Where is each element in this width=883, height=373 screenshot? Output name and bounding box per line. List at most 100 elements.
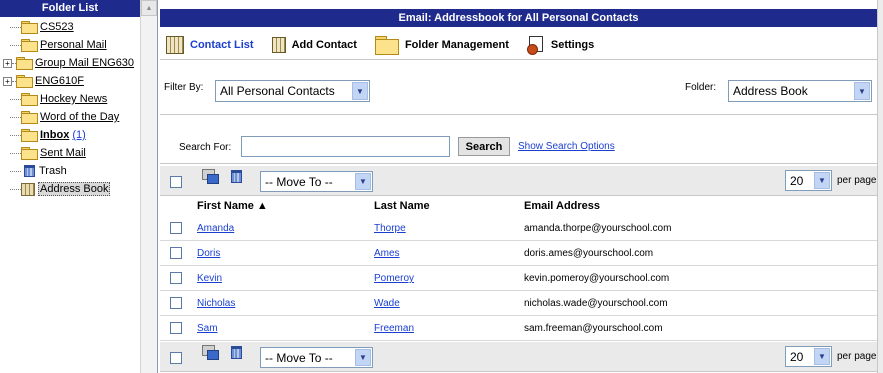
- action-bar-bottom: -- Move To -- ▼ 20 ▼ per page: [160, 342, 877, 372]
- delete-icon[interactable]: [231, 346, 242, 359]
- select-all-checkbox[interactable]: [170, 352, 182, 364]
- last-name-link[interactable]: Ames: [374, 248, 400, 259]
- first-name-link[interactable]: Kevin: [197, 273, 222, 284]
- last-name-link[interactable]: Wade: [374, 298, 400, 309]
- search-row: Search For: Search Show Search Options: [160, 116, 877, 164]
- folder-list-scrollbar[interactable]: ▲: [140, 0, 157, 373]
- column-last-name[interactable]: Last Name: [374, 200, 430, 212]
- per-page-select[interactable]: 20 ▼: [785, 170, 832, 191]
- folder-item-eng610f[interactable]: + ENG610F: [0, 73, 84, 89]
- per-page-label: per page: [837, 351, 877, 362]
- table-row: Kevin Pomeroy kevin.pomeroy@yourschool.c…: [160, 266, 877, 291]
- folder-select[interactable]: Address Book ▼: [728, 80, 872, 102]
- search-input[interactable]: [241, 136, 450, 157]
- table-row: Sam Freeman sam.freeman@yourschool.com: [160, 316, 877, 341]
- add-contact-label: Add Contact: [291, 38, 357, 51]
- chevron-down-icon[interactable]: ▼: [355, 173, 371, 190]
- settings-icon: [526, 35, 545, 55]
- chevron-down-icon[interactable]: ▼: [352, 82, 368, 100]
- row-checkbox[interactable]: [170, 322, 182, 334]
- move-to-select[interactable]: -- Move To -- ▼: [260, 171, 373, 192]
- chevron-down-icon[interactable]: ▼: [355, 349, 371, 366]
- folder-label[interactable]: Sent Mail: [40, 147, 86, 159]
- folder-icon: [16, 75, 33, 88]
- first-name-link[interactable]: Amanda: [197, 223, 234, 234]
- move-contacts-icon[interactable]: [202, 345, 219, 360]
- folder-item-trash[interactable]: Trash: [0, 163, 67, 179]
- folder-list-title: Folder List: [0, 0, 140, 17]
- last-name-link[interactable]: Pomeroy: [374, 273, 414, 284]
- contact-list-button[interactable]: Contact List: [166, 35, 254, 54]
- folder-label[interactable]: ENG610F: [35, 75, 84, 87]
- first-name-link[interactable]: Nicholas: [197, 298, 235, 309]
- select-all-checkbox[interactable]: [170, 176, 182, 188]
- filter-select[interactable]: All Personal Contacts ▼: [215, 80, 370, 102]
- folder-management-label: Folder Management: [404, 38, 509, 51]
- scroll-up-icon[interactable]: ▲: [141, 0, 157, 16]
- row-checkbox[interactable]: [170, 272, 182, 284]
- search-button[interactable]: Search: [458, 137, 510, 156]
- folder-label: Folder:: [685, 82, 717, 93]
- table-row: Nicholas Wade nicholas.wade@yourschool.c…: [160, 291, 877, 316]
- folder-item-cs523[interactable]: CS523: [0, 19, 74, 35]
- show-search-options-link[interactable]: Show Search Options: [518, 141, 615, 152]
- settings-button[interactable]: Settings: [526, 35, 594, 55]
- folder-icon: [21, 21, 38, 34]
- chevron-down-icon[interactable]: ▼: [854, 82, 870, 100]
- expand-icon[interactable]: +: [3, 58, 12, 68]
- expand-icon[interactable]: +: [3, 76, 12, 86]
- add-contact-button[interactable]: Add Contact: [271, 36, 357, 53]
- filter-by-label: Filter By:: [164, 82, 204, 93]
- tree-connector: [10, 170, 21, 172]
- first-name-link[interactable]: Sam: [197, 323, 218, 334]
- page-title: Email: Addressbook for All Personal Cont…: [160, 9, 877, 27]
- folder-label[interactable]: Trash: [39, 165, 67, 177]
- folder-item-sent-mail[interactable]: Sent Mail: [0, 145, 86, 161]
- folder-item-inbox[interactable]: Inbox (1): [0, 127, 86, 143]
- row-checkbox[interactable]: [170, 222, 182, 234]
- folder-label[interactable]: Hockey News: [40, 93, 107, 105]
- email-address: amanda.thorpe@yourschool.com: [524, 223, 672, 234]
- folder-label[interactable]: Inbox: [40, 129, 69, 141]
- folder-item-word-of-the-day[interactable]: Word of the Day: [0, 109, 119, 125]
- column-first-name[interactable]: First Name ▲: [197, 200, 268, 212]
- add-contact-icon: [271, 36, 286, 53]
- folder-icon: [21, 93, 38, 106]
- column-email-address[interactable]: Email Address: [524, 200, 600, 212]
- search-for-label: Search For:: [179, 142, 232, 153]
- folder-item-address-book[interactable]: Address Book: [0, 181, 111, 197]
- unread-count[interactable]: (1): [72, 129, 85, 141]
- first-name-link[interactable]: Doris: [197, 248, 220, 259]
- folder-label[interactable]: CS523: [40, 21, 74, 33]
- tree-connector: [10, 98, 21, 100]
- move-to-value: -- Move To --: [265, 350, 333, 365]
- table-row: Doris Ames doris.ames@yourschool.com: [160, 241, 877, 266]
- per-page-select[interactable]: 20 ▼: [785, 346, 832, 367]
- row-checkbox[interactable]: [170, 247, 182, 259]
- folder-label[interactable]: Word of the Day: [40, 111, 119, 123]
- addressbook-panel: Email: Addressbook for All Personal Cont…: [158, 0, 883, 373]
- row-checkbox[interactable]: [170, 297, 182, 309]
- folder-item-hockey-news[interactable]: Hockey News: [0, 91, 107, 107]
- folder-management-button[interactable]: Folder Management: [374, 35, 509, 55]
- move-contacts-icon[interactable]: [202, 169, 219, 184]
- window-scrollbar[interactable]: [877, 0, 883, 373]
- move-to-select[interactable]: -- Move To -- ▼: [260, 347, 373, 368]
- folder-label[interactable]: Address Book: [38, 182, 111, 196]
- folder-label[interactable]: Personal Mail: [40, 39, 107, 51]
- move-to-value: -- Move To --: [265, 174, 333, 189]
- email-address: nicholas.wade@yourschool.com: [524, 298, 668, 309]
- last-name-link[interactable]: Freeman: [374, 323, 414, 334]
- chevron-down-icon[interactable]: ▼: [814, 348, 830, 365]
- folder-item-group-mail-eng630[interactable]: + Group Mail ENG630: [0, 55, 134, 71]
- folder-icon: [21, 147, 38, 160]
- folder-item-personal-mail[interactable]: Personal Mail: [0, 37, 107, 53]
- last-name-link[interactable]: Thorpe: [374, 223, 406, 234]
- email-address: kevin.pomeroy@yourschool.com: [524, 273, 670, 284]
- contact-list-label: Contact List: [190, 38, 254, 51]
- chevron-down-icon[interactable]: ▼: [814, 172, 830, 189]
- tree-connector: [10, 116, 21, 118]
- folder-label[interactable]: Group Mail ENG630: [35, 57, 134, 69]
- email-address: sam.freeman@yourschool.com: [524, 323, 663, 334]
- delete-icon[interactable]: [231, 170, 242, 183]
